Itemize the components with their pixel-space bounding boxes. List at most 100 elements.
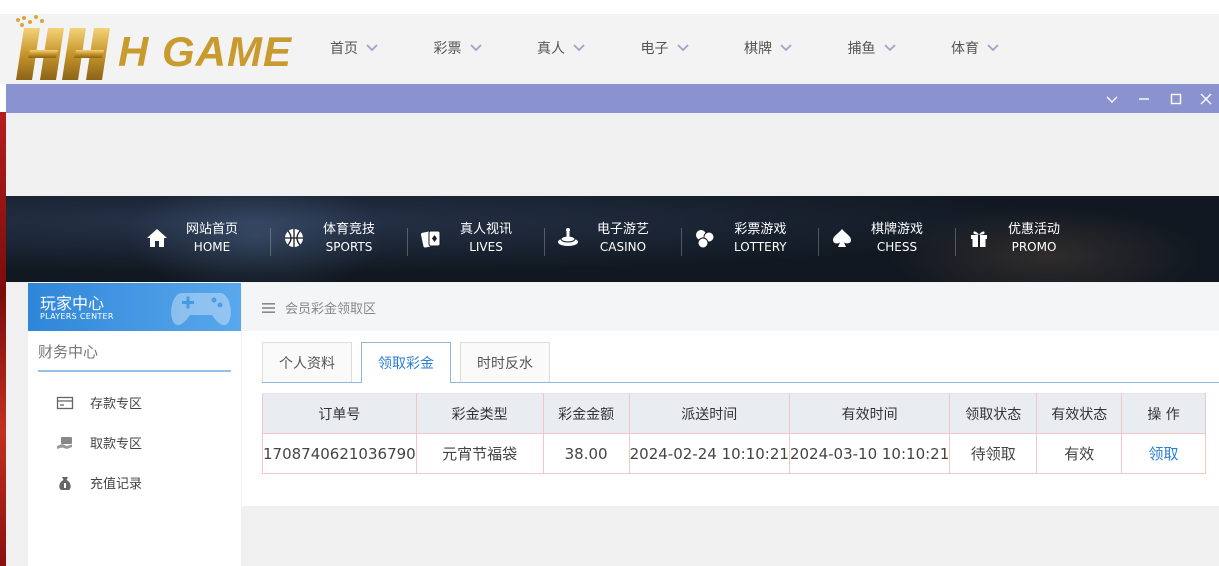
column-header: 订单号 [262,393,417,434]
main-nav-sublabel: LIVES [469,239,503,254]
top-nav-label: 首页 [330,41,358,57]
tab-profile[interactable]: 个人资料 [262,342,352,382]
tab-rebate[interactable]: 时时反水 [460,342,550,382]
tab-bar: 个人资料 领取彩金 时时反水 [262,342,559,383]
claim-status-cell: 待领取 [949,433,1038,474]
close-icon[interactable] [1198,91,1214,107]
column-header: 有效时间 [788,393,951,434]
home-icon [147,229,167,247]
main-nav-casino[interactable]: 电子游艺 CASINO [557,218,694,258]
nav-divider [270,228,271,256]
claim-button[interactable]: 领取 [1121,433,1206,474]
top-nav-fishing[interactable]: 捕鱼 [848,38,952,58]
main-nav: 网站首页 HOME 体育竞技 SPORTS 真人视讯 LIVES 电子游艺 CASINO [146,218,1105,258]
collapse-icon[interactable] [1104,91,1120,107]
nav-divider [955,228,956,256]
basketball-icon [285,229,303,247]
main-nav-sublabel: SPORTS [325,239,373,254]
money-bag-icon [59,476,71,490]
main-nav-promo[interactable]: 优惠活动 PROMO [968,218,1105,258]
chevron-down-icon [780,44,792,52]
bonus-amount-cell: 38.00 [542,433,630,474]
chevron-down-icon [987,44,999,52]
section-underline [38,370,231,372]
lottery-balls-icon [696,230,715,249]
main-nav-label: 网站首页 [186,221,239,237]
chevron-down-icon [366,44,378,52]
main-nav-sublabel: CASINO [599,239,647,254]
cards-icon [421,230,441,248]
column-header: 派送时间 [628,393,790,434]
tab-claim-bonus[interactable]: 领取彩金 [361,342,451,383]
minimize-icon[interactable] [1136,91,1152,107]
gift-icon [971,231,987,247]
nav-divider [544,228,545,256]
top-nav-electronic[interactable]: 电子 [641,38,745,58]
deposit-icon [56,396,74,409]
valid-status-cell: 有效 [1036,433,1123,474]
top-nav-label: 棋牌 [744,41,772,57]
top-nav-label: 彩票 [433,41,462,57]
breadcrumb-label: 会员彩金领取区 [285,302,377,317]
main-nav-live[interactable]: 真人视讯 LIVES [420,218,557,258]
main-nav-label: 优惠活动 [1008,221,1061,237]
window-titlebar[interactable] [6,84,1219,113]
menu-icon [262,302,275,313]
sidebar-item-label: 存款专区 [90,397,143,412]
logo-text: H GAME [118,28,292,75]
chevron-down-icon [469,44,482,52]
column-header: 操 作 [1121,393,1206,434]
main-nav-banner: 网站首页 HOME 体育竞技 SPORTS 真人视讯 LIVES 电子游艺 CASINO [6,196,1219,282]
top-nav-label: 电子 [640,41,669,57]
withdraw-icon [57,436,72,449]
table-header-row: 订单号 彩金类型 彩金金额 派送时间 有效时间 领取状态 有效状态 操 作 [262,393,1206,434]
bonus-table: 订单号 彩金类型 彩金金额 派送时间 有效时间 领取状态 有效状态 操 作 17… [262,393,1206,474]
table-row: 1708740621036790 元宵节福袋 38.00 2024-02-24 … [262,433,1206,474]
nav-divider [407,228,408,256]
column-header: 有效状态 [1036,393,1123,434]
nav-divider [681,228,682,256]
gamepad-icon [171,293,231,326]
main-nav-home[interactable]: 网站首页 HOME [146,218,283,258]
sidebar-item-deposit[interactable]: 存款专区 [56,393,142,412]
sidebar-section-title: 财务中心 [38,343,99,361]
column-header: 彩金金额 [542,393,630,434]
chevron-down-icon [676,44,689,52]
content-panel: 会员彩金领取区 个人资料 领取彩金 时时反水 订单号 彩金类型 彩金金额 派送时… [242,283,1219,506]
main-nav-sublabel: PROMO [1011,239,1057,254]
bonus-type-cell: 元宵节福袋 [415,433,544,474]
order-number-cell: 1708740621036790 [262,433,417,474]
column-header: 彩金类型 [415,393,544,434]
spade-icon [833,229,851,247]
top-nav-lottery[interactable]: 彩票 [434,38,538,58]
chevron-down-icon [883,44,896,52]
sidebar-subtitle: PLAYERS CENTER [40,312,114,321]
breadcrumb-bar: 会员彩金领取区 [242,283,1219,331]
sidebar-item-label: 充值记录 [90,477,143,492]
member-center-window: 网站首页 HOME 体育竞技 SPORTS 真人视讯 LIVES 电子游艺 CASINO [6,84,1219,566]
top-nav-home[interactable]: 首页 [330,38,434,58]
main-nav-label: 体育竞技 [323,221,376,237]
sidebar-title: 玩家中心 [40,294,105,313]
player-center-sidebar: 玩家中心 PLAYERS CENTER 财务中心 存款专区 取款专区 充值记录 [28,283,241,566]
top-nav-live[interactable]: 真人 [537,38,641,58]
top-nav-label: 真人 [537,41,565,57]
main-nav-lottery[interactable]: 彩票游戏 LOTTERY [694,218,831,258]
nav-divider [818,228,819,256]
main-nav-label: 真人视讯 [460,221,513,237]
sidebar-item-withdraw[interactable]: 取款专区 [56,433,142,452]
main-nav-chess[interactable]: 棋牌游戏 CHESS [831,218,968,258]
main-nav-sports[interactable]: 体育竞技 SPORTS [283,218,420,258]
maximize-icon[interactable] [1168,91,1184,107]
chevron-down-icon [573,44,585,52]
top-nav-sports[interactable]: 体育 [951,38,1055,58]
top-nav-chess[interactable]: 棋牌 [744,38,848,58]
main-nav-label: 彩票游戏 [734,221,787,237]
top-nav: 首页 彩票 真人 电子 棋牌 捕鱼 体育 [330,38,1055,58]
sidebar-item-recharge-history[interactable]: 充值记录 [56,473,142,492]
slot-icon [558,228,578,246]
main-nav-sublabel: HOME [193,239,231,254]
column-header: 领取状态 [949,393,1038,434]
top-nav-label: 体育 [951,41,979,57]
main-nav-sublabel: LOTTERY [734,239,787,254]
